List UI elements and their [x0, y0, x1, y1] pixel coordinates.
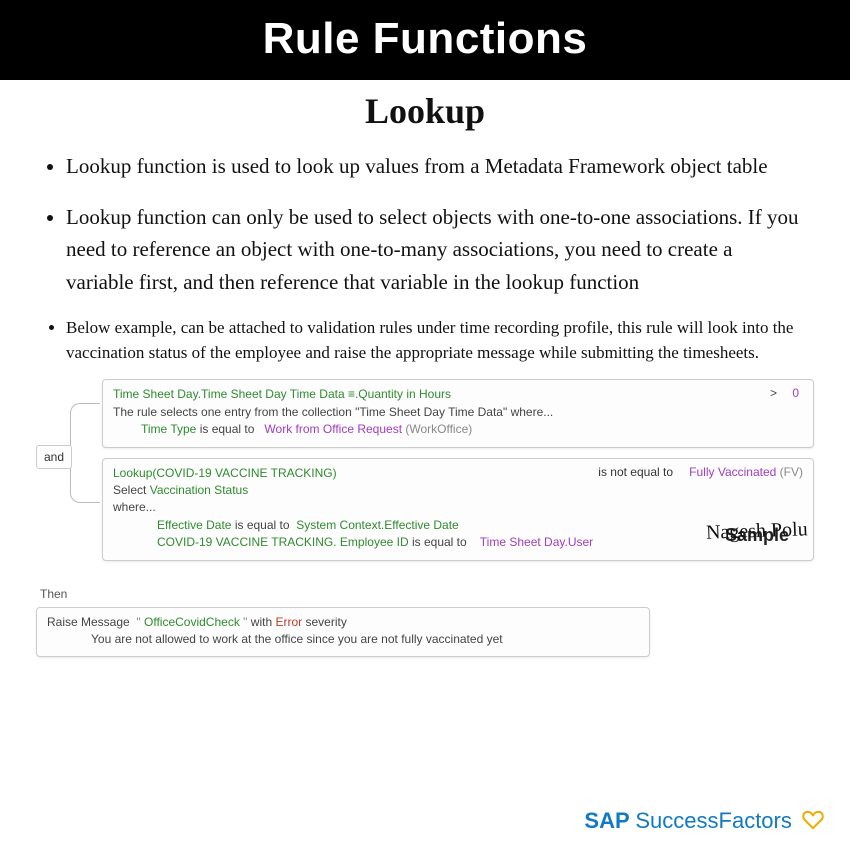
- where-label: where...: [113, 499, 803, 516]
- with-label: with: [251, 615, 272, 629]
- crit2-field: COVID-19 VACCINE TRACKING. Employee ID: [157, 535, 409, 549]
- bullet-item: Lookup function is used to look up value…: [66, 150, 804, 183]
- crit1-field: Effective Date: [157, 518, 231, 532]
- brand-sap: SAP: [584, 808, 629, 833]
- severity-level: Error: [275, 615, 302, 629]
- connector-line: [70, 403, 100, 503]
- field-path: Time Sheet Day.Time Sheet Day Time Data …: [113, 387, 451, 401]
- message-key: OfficeCovidCheck: [144, 615, 240, 629]
- sub-value: Work from Office Request: [264, 422, 402, 436]
- rule-diagram: and > 0 Time Sheet Day.Time Sheet Day Ti…: [36, 379, 814, 560]
- lookup-call: Lookup(COVID-19 VACCINE TRACKING): [113, 466, 337, 480]
- operand-fully-vaccinated: Fully Vaccinated (FV): [689, 465, 803, 479]
- heart-icon: [802, 810, 824, 830]
- quote-close: ": [243, 615, 247, 629]
- then-action-box: Raise Message " OfficeCovidCheck " with …: [36, 607, 650, 658]
- brand-product: SuccessFactors: [635, 808, 792, 833]
- logic-operator-and: and: [36, 445, 72, 469]
- condition-box-2: is not equal to Fully Vaccinated (FV) Lo…: [102, 458, 814, 561]
- sub-field: Time Type: [141, 422, 196, 436]
- crit1-op: is equal to: [235, 518, 290, 532]
- operator-greater-than: >: [770, 386, 777, 400]
- crit2-op: is equal to: [412, 535, 467, 549]
- select-prefix: Select: [113, 483, 146, 497]
- sub-value-code: (WorkOffice): [405, 422, 472, 436]
- raise-message-text: You are not allowed to work at the offic…: [47, 631, 639, 648]
- action-name: Raise Message: [47, 615, 130, 629]
- condition-box-1: > 0 Time Sheet Day.Time Sheet Day Time D…: [102, 379, 814, 447]
- operand-zero: 0: [792, 386, 799, 400]
- operator-not-equal: is not equal to: [598, 465, 673, 479]
- sub-op: is equal to: [200, 422, 255, 436]
- brand-logo: SAP SuccessFactors: [584, 808, 824, 834]
- page-banner: Rule Functions: [0, 0, 850, 80]
- crit2-value: Time Sheet Day.User: [480, 535, 593, 549]
- crit1-value: System Context.Effective Date: [296, 518, 459, 532]
- then-label: Then: [40, 587, 850, 601]
- bullet-item: Below example, can be attached to valida…: [66, 316, 804, 365]
- select-field: Vaccination Status: [150, 483, 249, 497]
- quote-open: ": [136, 615, 140, 629]
- bullet-list: Lookup function is used to look up value…: [46, 150, 804, 365]
- bullet-item: Lookup function can only be used to sele…: [66, 201, 804, 299]
- page-subtitle: Lookup: [0, 90, 850, 132]
- collection-note: The rule selects one entry from the coll…: [113, 404, 803, 421]
- severity-suffix: severity: [305, 615, 346, 629]
- author-signature: Nagesh Polu: [706, 518, 808, 545]
